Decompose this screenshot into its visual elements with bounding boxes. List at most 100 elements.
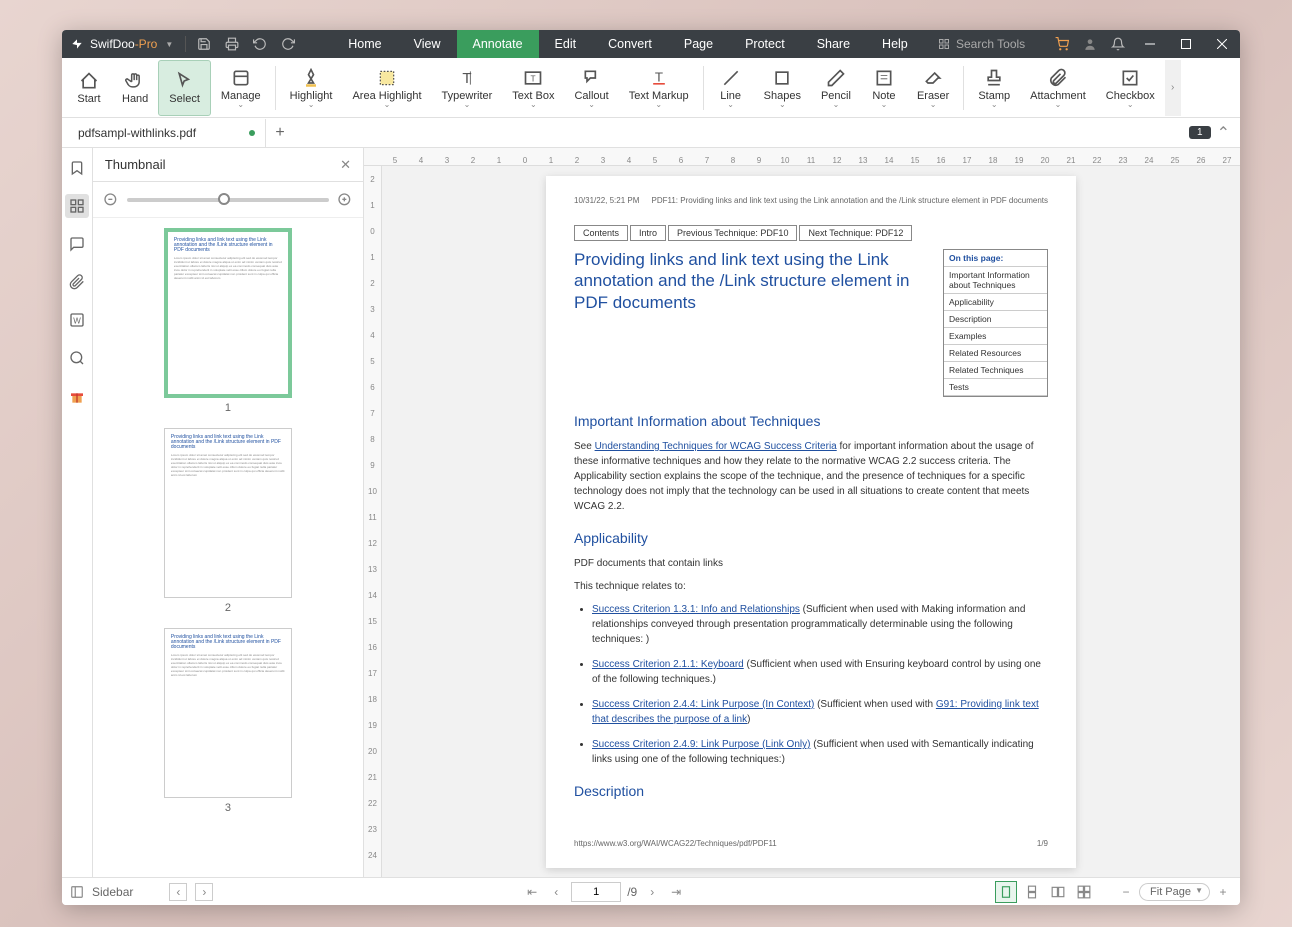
horizontal-ruler: 5432101234567891011121314151617181920212… bbox=[364, 148, 1240, 166]
toc-item[interactable]: Examples bbox=[944, 328, 1047, 345]
menu-convert[interactable]: Convert bbox=[592, 30, 668, 58]
nav-prev-button[interactable]: ‹ bbox=[169, 883, 187, 901]
maximize-button[interactable] bbox=[1168, 30, 1204, 58]
document-link[interactable]: Success Criterion 2.4.4: Link Purpose (I… bbox=[592, 699, 814, 710]
note-tool[interactable]: Note⌄ bbox=[861, 60, 907, 116]
two-page-view-button[interactable] bbox=[1047, 881, 1069, 903]
close-panel-button[interactable]: ✕ bbox=[340, 157, 351, 173]
document-link[interactable]: Success Criterion 2.4.9: Link Purpose (L… bbox=[592, 739, 810, 750]
comments-rail-button[interactable] bbox=[65, 232, 89, 256]
nav-pill[interactable]: Contents bbox=[574, 225, 628, 241]
attachments-rail-button[interactable] bbox=[65, 270, 89, 294]
select-tool[interactable]: Select bbox=[158, 60, 211, 116]
zoom-in-status-button[interactable]: + bbox=[1214, 883, 1232, 901]
manage-tool[interactable]: Manage⌄ bbox=[211, 60, 271, 116]
typewriter-tool[interactable]: TTypewriter⌄ bbox=[432, 60, 503, 116]
menu-help[interactable]: Help bbox=[866, 30, 924, 58]
thumbnail-number: 3 bbox=[225, 802, 231, 814]
document-link[interactable]: Understanding Techniques for WCAG Succes… bbox=[595, 441, 837, 452]
thumbnails-rail-button[interactable] bbox=[65, 194, 89, 218]
toc-item[interactable]: Tests bbox=[944, 379, 1047, 396]
pencil-tool[interactable]: Pencil⌄ bbox=[811, 60, 861, 116]
last-page-button[interactable]: ⇥ bbox=[667, 883, 685, 901]
two-page-continuous-button[interactable] bbox=[1073, 881, 1095, 903]
undo-button[interactable] bbox=[246, 30, 274, 58]
menu-share[interactable]: Share bbox=[801, 30, 866, 58]
text-markup-tool[interactable]: TText Markup⌄ bbox=[619, 60, 699, 116]
zoom-fit-select[interactable]: Fit Page▼ bbox=[1139, 883, 1210, 901]
document-tab[interactable]: pdfsampl-withlinks.pdf bbox=[66, 119, 266, 147]
menu-view[interactable]: View bbox=[398, 30, 457, 58]
stamp-tool[interactable]: Stamp⌄ bbox=[968, 60, 1020, 116]
document-link[interactable]: Success Criterion 1.3.1: Info and Relati… bbox=[592, 604, 800, 615]
menu-protect[interactable]: Protect bbox=[729, 30, 801, 58]
toc-item[interactable]: Related Techniques bbox=[944, 362, 1047, 379]
notifications-button[interactable] bbox=[1104, 30, 1132, 58]
page-header-title: PDF11: Providing links and link text usi… bbox=[651, 196, 1048, 205]
thumbnail-list[interactable]: Providing links and link text using the … bbox=[93, 218, 363, 877]
toc-item[interactable]: Related Resources bbox=[944, 345, 1047, 362]
next-page-button[interactable]: › bbox=[643, 883, 661, 901]
print-button[interactable] bbox=[218, 30, 246, 58]
app-menu-dropdown[interactable]: ▼ bbox=[165, 40, 173, 49]
thumbnail-item[interactable]: Providing links and link text using the … bbox=[103, 428, 353, 614]
menu-edit[interactable]: Edit bbox=[539, 30, 593, 58]
account-button[interactable] bbox=[1076, 30, 1104, 58]
continuous-view-button[interactable] bbox=[1021, 881, 1043, 903]
search-rail-button[interactable] bbox=[65, 346, 89, 370]
toc-item[interactable]: Applicability bbox=[944, 294, 1047, 311]
checkbox-tool[interactable]: Checkbox⌄ bbox=[1096, 60, 1165, 116]
eraser-tool[interactable]: Eraser⌄ bbox=[907, 60, 959, 116]
page-footer-url: https://www.w3.org/WAI/WCAG22/Techniques… bbox=[574, 839, 777, 848]
single-page-view-button[interactable] bbox=[995, 881, 1017, 903]
close-button[interactable] bbox=[1204, 30, 1240, 58]
menu-page[interactable]: Page bbox=[668, 30, 729, 58]
start-tool[interactable]: Start bbox=[66, 60, 112, 116]
sidebar-toggle-icon[interactable] bbox=[70, 885, 84, 899]
first-page-button[interactable]: ⇤ bbox=[523, 883, 541, 901]
document-viewport[interactable]: 2101234567891011121314151617181920212223… bbox=[364, 166, 1240, 877]
collapse-ribbon-button[interactable]: ⌃ bbox=[1217, 123, 1230, 143]
paragraph: See Understanding Techniques for WCAG Su… bbox=[574, 439, 1048, 514]
callout-tool[interactable]: Callout⌄ bbox=[564, 60, 618, 116]
search-tools[interactable]: Search Tools bbox=[928, 37, 1048, 51]
shapes-tool[interactable]: Shapes⌄ bbox=[754, 60, 811, 116]
nav-pill[interactable]: Next Technique: PDF12 bbox=[799, 225, 912, 241]
area-highlight-tool[interactable]: Area Highlight⌄ bbox=[342, 60, 431, 116]
sidebar-label[interactable]: Sidebar bbox=[92, 885, 133, 899]
nav-next-button[interactable]: › bbox=[195, 883, 213, 901]
bookmarks-rail-button[interactable] bbox=[65, 156, 89, 180]
nav-pill[interactable]: Previous Technique: PDF10 bbox=[668, 225, 797, 241]
search-placeholder: Search Tools bbox=[956, 37, 1025, 51]
zoom-out-button[interactable] bbox=[103, 192, 119, 208]
menu-home[interactable]: Home bbox=[332, 30, 397, 58]
highlight-tool[interactable]: Highlight⌄ bbox=[280, 60, 343, 116]
line-tool[interactable]: Line⌄ bbox=[708, 60, 754, 116]
nav-pill[interactable]: Intro bbox=[630, 225, 666, 241]
toc-item[interactable]: Important Information about Techniques bbox=[944, 267, 1047, 294]
zoom-in-button[interactable] bbox=[337, 192, 353, 208]
redo-button[interactable] bbox=[274, 30, 302, 58]
tab-filename: pdfsampl-withlinks.pdf bbox=[78, 126, 196, 140]
prev-page-button[interactable]: ‹ bbox=[547, 883, 565, 901]
gift-rail-button[interactable] bbox=[65, 384, 89, 408]
hand-tool[interactable]: Hand bbox=[112, 60, 158, 116]
pdf-page: 10/31/22, 5:21 PM PDF11: Providing links… bbox=[546, 176, 1076, 868]
thumbnail-zoom-slider[interactable] bbox=[127, 198, 329, 202]
toc-item[interactable]: Description bbox=[944, 311, 1047, 328]
zoom-out-status-button[interactable]: − bbox=[1117, 883, 1135, 901]
text-box-tool[interactable]: TText Box⌄ bbox=[502, 60, 564, 116]
page-number-input[interactable] bbox=[571, 882, 621, 902]
thumbnail-item[interactable]: Providing links and link text using the … bbox=[103, 628, 353, 814]
toolbar-expand-button[interactable]: › bbox=[1165, 60, 1181, 116]
thumbnail-item[interactable]: Providing links and link text using the … bbox=[103, 228, 353, 414]
attachment-tool[interactable]: Attachment⌄ bbox=[1020, 60, 1096, 116]
app-window: SwifDoo-Pro ▼ HomeViewAnnotateEditConver… bbox=[62, 30, 1240, 905]
new-tab-button[interactable]: + bbox=[266, 119, 294, 147]
document-link[interactable]: Success Criterion 2.1.1: Keyboard bbox=[592, 659, 744, 670]
minimize-button[interactable] bbox=[1132, 30, 1168, 58]
menu-annotate[interactable]: Annotate bbox=[457, 30, 539, 58]
cart-button[interactable] bbox=[1048, 30, 1076, 58]
word-rail-button[interactable]: W bbox=[65, 308, 89, 332]
save-button[interactable] bbox=[190, 30, 218, 58]
